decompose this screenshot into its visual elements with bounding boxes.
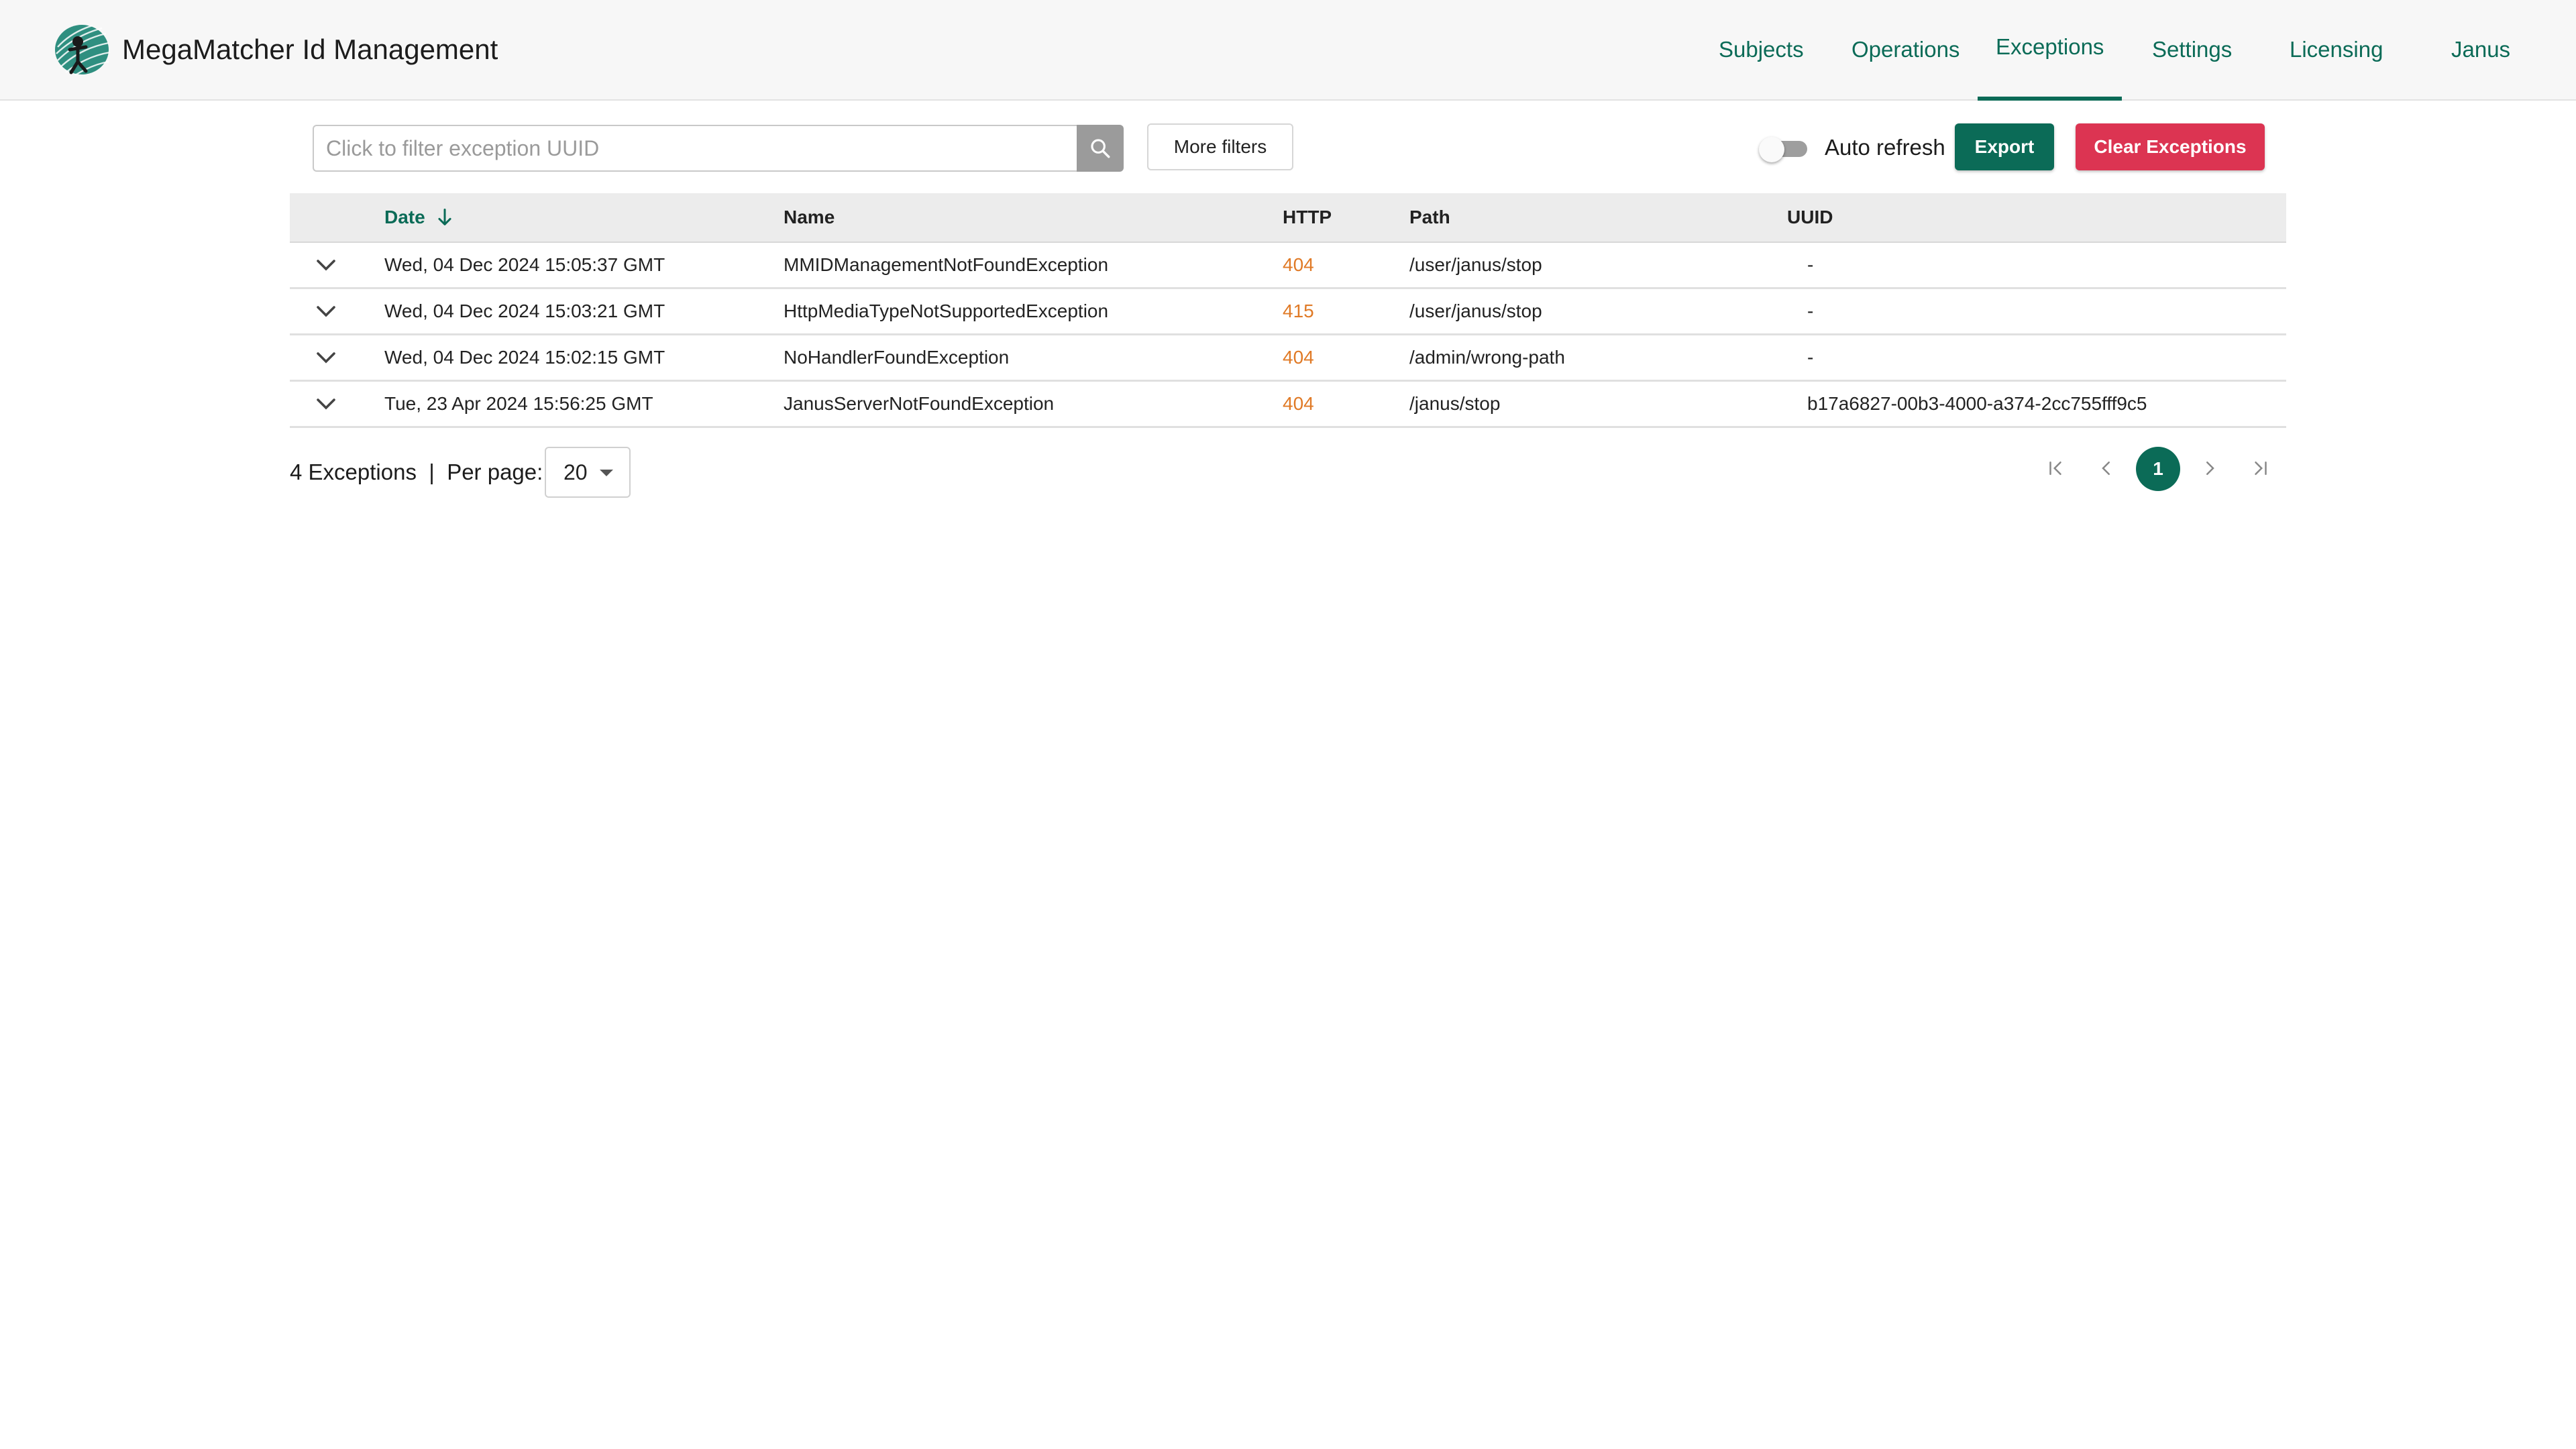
header-name: Name — [784, 207, 835, 227]
cell-path: /user/janus/stop — [1409, 254, 1542, 275]
toggle-knob — [1759, 137, 1784, 162]
nav-subjects[interactable]: Subjects — [1719, 35, 1804, 64]
search-icon — [1091, 139, 1110, 158]
first-page-button[interactable] — [2034, 447, 2077, 490]
last-page-icon — [2255, 462, 2267, 475]
chevron-down-icon[interactable] — [314, 255, 338, 275]
table-row[interactable]: Tue, 23 Apr 2024 15:56:25 GMT JanusServe… — [290, 382, 2286, 428]
auto-refresh-toggle[interactable] — [1759, 137, 1807, 162]
cell-http: 404 — [1283, 254, 1314, 275]
nav-active-indicator — [1978, 97, 2122, 101]
cell-uuid: b17a6827-00b3-4000-a374-2cc755fff9c5 — [1807, 393, 2147, 414]
export-button[interactable]: Export — [1955, 123, 2054, 170]
app-title: MegaMatcher Id Management — [122, 34, 498, 65]
sort-descending-icon — [438, 208, 452, 225]
top-bar: MegaMatcher Id Management Subjects Opera… — [0, 0, 2576, 101]
nav-licensing[interactable]: Licensing — [2290, 35, 2383, 64]
cell-name: MMIDManagementNotFoundException — [784, 254, 1109, 275]
table-row[interactable]: Wed, 04 Dec 2024 15:03:21 GMT HttpMediaT… — [290, 289, 2286, 335]
cell-date: Wed, 04 Dec 2024 15:02:15 GMT — [384, 347, 665, 368]
cell-http: 404 — [1283, 347, 1314, 368]
nav-exceptions[interactable]: Exceptions — [1996, 32, 2104, 62]
first-page-icon — [2049, 462, 2061, 475]
page-button-current[interactable]: 1 — [2136, 447, 2180, 491]
cell-name: JanusServerNotFoundException — [784, 393, 1055, 414]
header-date-label: Date — [384, 207, 425, 227]
cell-date: Wed, 04 Dec 2024 15:03:21 GMT — [384, 301, 665, 321]
last-page-button[interactable] — [2239, 447, 2282, 490]
nav-settings[interactable]: Settings — [2152, 35, 2232, 64]
uuid-filter-input[interactable] — [313, 125, 1077, 172]
per-page-value: 20 — [564, 460, 588, 484]
caret-down-icon — [600, 470, 613, 476]
chevron-down-icon[interactable] — [314, 394, 338, 414]
search-button[interactable] — [1077, 125, 1124, 172]
nav-janus[interactable]: Janus — [2451, 35, 2510, 64]
header-uuid: UUID — [1787, 207, 1833, 227]
app-logo-icon[interactable] — [51, 20, 111, 78]
previous-page-button[interactable] — [2085, 447, 2128, 490]
cell-date: Tue, 23 Apr 2024 15:56:25 GMT — [384, 393, 653, 414]
chevron-down-icon[interactable] — [314, 301, 338, 321]
chevron-down-icon[interactable] — [314, 347, 338, 368]
cell-date: Wed, 04 Dec 2024 15:05:37 GMT — [384, 254, 665, 275]
more-filters-button[interactable]: More filters — [1147, 123, 1293, 170]
cell-uuid: - — [1807, 347, 1814, 368]
auto-refresh-label: Auto refresh — [1825, 135, 1945, 160]
chevron-right-icon — [2206, 462, 2214, 475]
cell-name: NoHandlerFoundException — [784, 347, 1010, 368]
cell-uuid: - — [1807, 301, 1814, 321]
exceptions-table: Date Name HTTP Path UUID Wed, 04 Dec 202… — [290, 193, 2286, 428]
clear-exceptions-button[interactable]: Clear Exceptions — [2076, 123, 2265, 170]
cell-path: /user/janus/stop — [1409, 301, 1542, 321]
cell-http: 404 — [1283, 393, 1314, 414]
per-page-select[interactable]: 20 — [545, 447, 631, 498]
cell-uuid: - — [1807, 254, 1814, 275]
chevron-left-icon — [2102, 462, 2110, 475]
next-page-button[interactable] — [2188, 447, 2231, 490]
nav-operations[interactable]: Operations — [1851, 35, 1960, 64]
exception-count: 4 Exceptions | Per page: — [290, 460, 543, 484]
table-row[interactable]: Wed, 04 Dec 2024 15:05:37 GMT MMIDManage… — [290, 243, 2286, 289]
header-path: Path — [1409, 207, 1450, 227]
cell-name: HttpMediaTypeNotSupportedException — [784, 301, 1109, 321]
header-date[interactable]: Date — [384, 205, 454, 229]
header-http: HTTP — [1283, 207, 1332, 227]
cell-http: 415 — [1283, 301, 1314, 321]
table-row[interactable]: Wed, 04 Dec 2024 15:02:15 GMT NoHandlerF… — [290, 335, 2286, 382]
cell-path: /admin/wrong-path — [1409, 347, 1565, 368]
table-header: Date Name HTTP Path UUID — [290, 193, 2286, 243]
cell-path: /janus/stop — [1409, 393, 1501, 414]
